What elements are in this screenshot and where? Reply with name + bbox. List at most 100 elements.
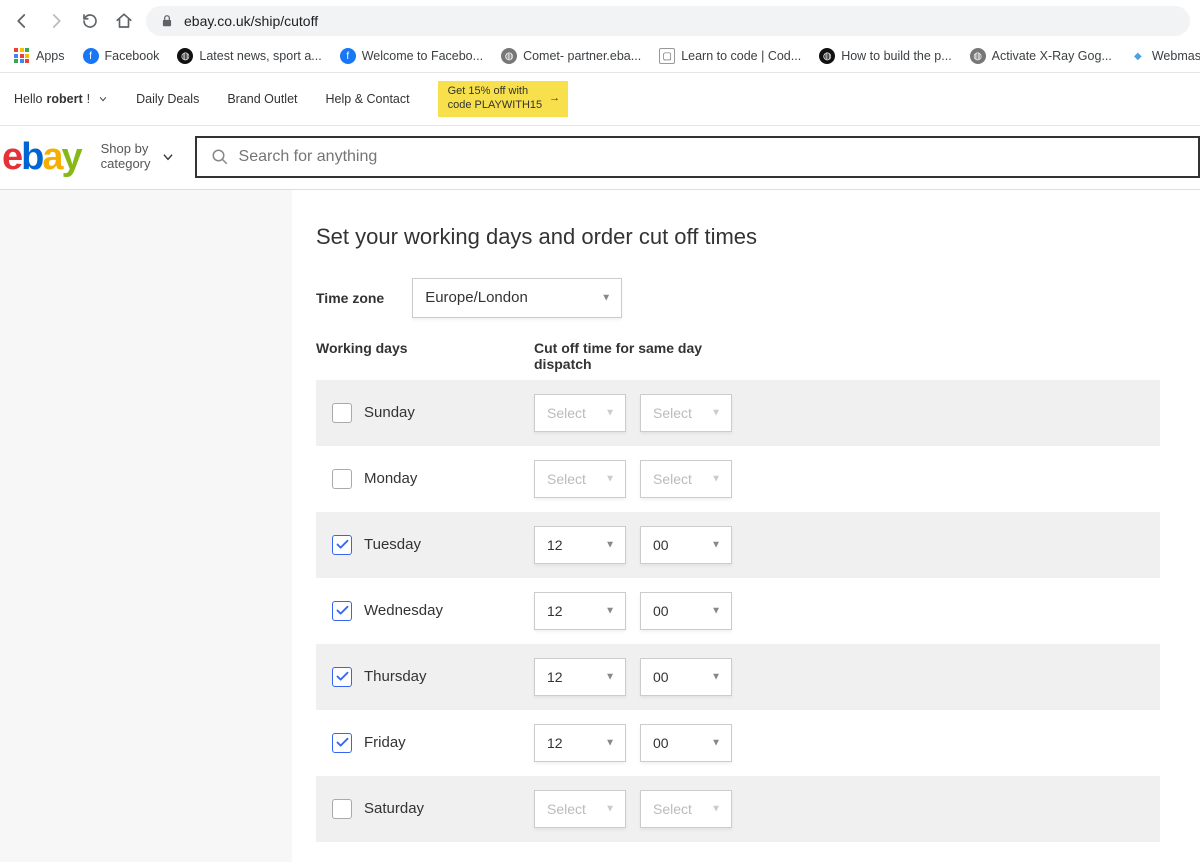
- day-row: Friday 12▼ 00▼: [316, 710, 1160, 776]
- chevron-down-icon: ▼: [711, 473, 721, 484]
- globe-icon: ◍: [970, 48, 986, 64]
- bookmarks-bar: Apps fFacebook ◍ Latest news, sport a... f We…: [0, 42, 1200, 73]
- cutoff-hour-select[interactable]: Select▼: [534, 790, 626, 828]
- bookmark-item[interactable]: ▢ Learn to code | Cod...: [659, 48, 801, 64]
- back-button[interactable]: [10, 9, 34, 33]
- globe-icon: ◍: [819, 48, 835, 64]
- cutoff-hour-select[interactable]: Select▼: [534, 394, 626, 432]
- bookmark-label: Learn to code | Cod...: [681, 49, 801, 63]
- chevron-down-icon: ▼: [711, 803, 721, 814]
- site-header: ebay Shop by category: [0, 126, 1200, 190]
- chevron-down-icon: ▼: [605, 539, 615, 550]
- timezone-label: Time zone: [316, 290, 384, 306]
- cutoff-panel: Set your working days and order cut off …: [292, 190, 1200, 862]
- cutoff-hour-select[interactable]: 12▼: [534, 658, 626, 696]
- apps-icon: [14, 48, 30, 64]
- ebay-top-nav: Hello robert! Daily Deals Brand Outlet H…: [0, 73, 1200, 126]
- day-label: Sunday: [364, 404, 415, 421]
- day-label: Monday: [364, 470, 417, 487]
- bookmark-item[interactable]: ◍ Activate X-Ray Gog...: [970, 48, 1112, 64]
- cutoff-minute-select[interactable]: Select▼: [640, 460, 732, 498]
- day-row: Sunday Select▼ Select▼: [316, 380, 1160, 446]
- day-checkbox[interactable]: [332, 733, 352, 753]
- cutoff-hour-select[interactable]: 12▼: [534, 526, 626, 564]
- cutoff-minute-select[interactable]: 00▼: [640, 658, 732, 696]
- day-checkbox[interactable]: [332, 469, 352, 489]
- bookmark-item[interactable]: ◆ Webmas: [1130, 48, 1200, 64]
- chevron-down-icon: ▼: [711, 737, 721, 748]
- chevron-down-icon: [98, 94, 108, 104]
- address-bar[interactable]: ebay.co.uk/ship/cutoff: [146, 6, 1190, 36]
- day-checkbox[interactable]: [332, 535, 352, 555]
- chevron-down-icon: ▼: [601, 292, 611, 303]
- lock-icon: [160, 14, 174, 28]
- bookmark-label: How to build the p...: [841, 49, 951, 63]
- bookmark-item[interactable]: fFacebook: [83, 48, 160, 64]
- search-input[interactable]: [239, 148, 1184, 166]
- shop-by-category[interactable]: Shop by category: [101, 142, 175, 172]
- cutoff-minute-select[interactable]: 00▼: [640, 592, 732, 630]
- chevron-down-icon: ▼: [711, 407, 721, 418]
- bookmark-item[interactable]: Apps: [14, 48, 65, 64]
- cutoff-minute-select[interactable]: Select▼: [640, 790, 732, 828]
- day-row: Wednesday 12▼ 00▼: [316, 578, 1160, 644]
- day-label: Friday: [364, 734, 406, 751]
- page-title: Set your working days and order cut off …: [316, 224, 1160, 250]
- bookmark-item[interactable]: ◍ How to build the p...: [819, 48, 951, 64]
- bookmark-item[interactable]: ◍ Comet- partner.eba...: [501, 48, 641, 64]
- search-box[interactable]: [195, 136, 1200, 178]
- bookmark-label: Latest news, sport a...: [199, 49, 321, 63]
- chevron-down-icon: [161, 150, 175, 164]
- cutoff-minute-select[interactable]: Select▼: [640, 394, 732, 432]
- reload-button[interactable]: [78, 9, 102, 33]
- day-label: Wednesday: [364, 602, 443, 619]
- promo-banner[interactable]: Get 15% off with code PLAYWITH15 →: [438, 81, 569, 117]
- cutoff-hour-select[interactable]: Select▼: [534, 460, 626, 498]
- bookmark-item[interactable]: ◍ Latest news, sport a...: [177, 48, 321, 64]
- forward-button[interactable]: [44, 9, 68, 33]
- home-button[interactable]: [112, 9, 136, 33]
- nav-link[interactable]: Help & Contact: [326, 92, 410, 106]
- day-label: Saturday: [364, 800, 424, 817]
- timezone-select[interactable]: Europe/London ▼: [412, 278, 622, 318]
- site-icon: ◆: [1130, 48, 1146, 64]
- day-row: Thursday12▼00▼: [316, 644, 1160, 710]
- day-checkbox[interactable]: [332, 403, 352, 423]
- nav-link[interactable]: Brand Outlet: [227, 92, 297, 106]
- chevron-down-icon: ▼: [711, 539, 721, 550]
- chevron-down-icon: ▼: [605, 407, 615, 418]
- cutoff-minute-select[interactable]: 00▼: [640, 526, 732, 564]
- bookmark-label: Welcome to Facebo...: [362, 49, 483, 63]
- cutoff-hour-select[interactable]: 12▼: [534, 724, 626, 762]
- day-label: Tuesday: [364, 536, 421, 553]
- col-header-cutoff: Cut off time for same day dispatch: [534, 340, 744, 372]
- facebook-icon: f: [83, 48, 99, 64]
- chevron-down-icon: ▼: [605, 605, 615, 616]
- bookmark-label: Activate X-Ray Gog...: [992, 49, 1112, 63]
- bookmark-item[interactable]: f Welcome to Facebo...: [340, 48, 483, 64]
- nav-link[interactable]: Daily Deals: [136, 92, 199, 106]
- globe-icon: ◍: [177, 48, 193, 64]
- search-icon: [211, 148, 229, 166]
- chevron-down-icon: ▼: [605, 473, 615, 484]
- col-header-working-days: Working days: [316, 340, 534, 372]
- day-row: Monday Select▼ Select▼: [316, 446, 1160, 512]
- day-checkbox[interactable]: [332, 799, 352, 819]
- day-checkbox[interactable]: [332, 601, 352, 621]
- bookmark-label: Apps: [36, 49, 65, 63]
- day-row: Saturday Select▼ Select▼: [316, 776, 1160, 842]
- globe-icon: ◍: [501, 48, 517, 64]
- facebook-icon: f: [340, 48, 356, 64]
- bookmark-label: Comet- partner.eba...: [523, 49, 641, 63]
- day-checkbox[interactable]: [332, 667, 352, 687]
- chevron-down-icon: ▼: [605, 737, 615, 748]
- ebay-logo[interactable]: ebay: [0, 136, 81, 179]
- account-menu[interactable]: Hello robert!: [14, 92, 108, 106]
- cutoff-minute-select[interactable]: 00▼: [640, 724, 732, 762]
- browser-toolbar: ebay.co.uk/ship/cutoff: [0, 0, 1200, 42]
- chevron-down-icon: ▼: [711, 671, 721, 682]
- site-icon: ▢: [659, 48, 675, 64]
- cutoff-hour-select[interactable]: 12▼: [534, 592, 626, 630]
- day-row: Tuesday 12▼ 00▼: [316, 512, 1160, 578]
- bookmark-label: Webmas: [1152, 49, 1200, 63]
